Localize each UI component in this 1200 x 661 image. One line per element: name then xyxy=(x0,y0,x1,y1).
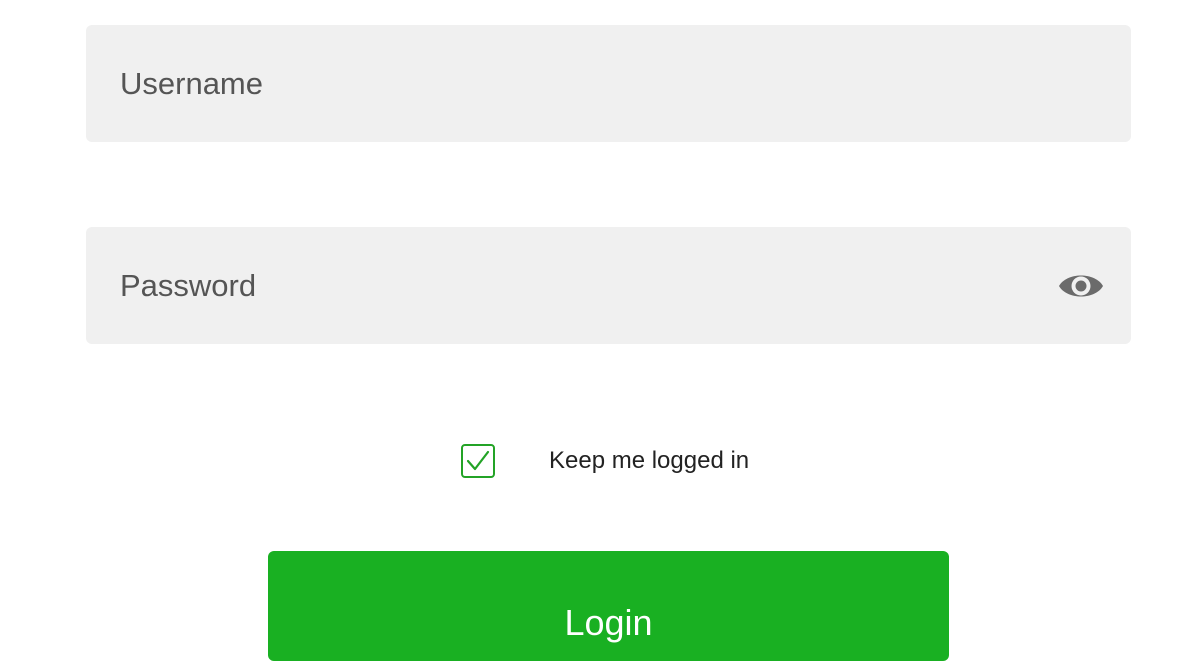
username-input[interactable] xyxy=(120,25,1020,142)
checkmark-icon xyxy=(466,450,490,471)
show-password-toggle[interactable] xyxy=(1057,267,1105,305)
password-field xyxy=(86,227,1131,344)
eye-icon xyxy=(1059,275,1103,297)
login-button[interactable]: Login xyxy=(268,551,949,661)
keep-logged-in-label: Keep me logged in xyxy=(549,447,750,474)
keep-logged-in-option: Keep me logged in xyxy=(461,441,749,481)
keep-logged-in-checkbox[interactable] xyxy=(461,444,495,478)
username-field xyxy=(86,25,1131,142)
password-input[interactable] xyxy=(120,227,1020,344)
